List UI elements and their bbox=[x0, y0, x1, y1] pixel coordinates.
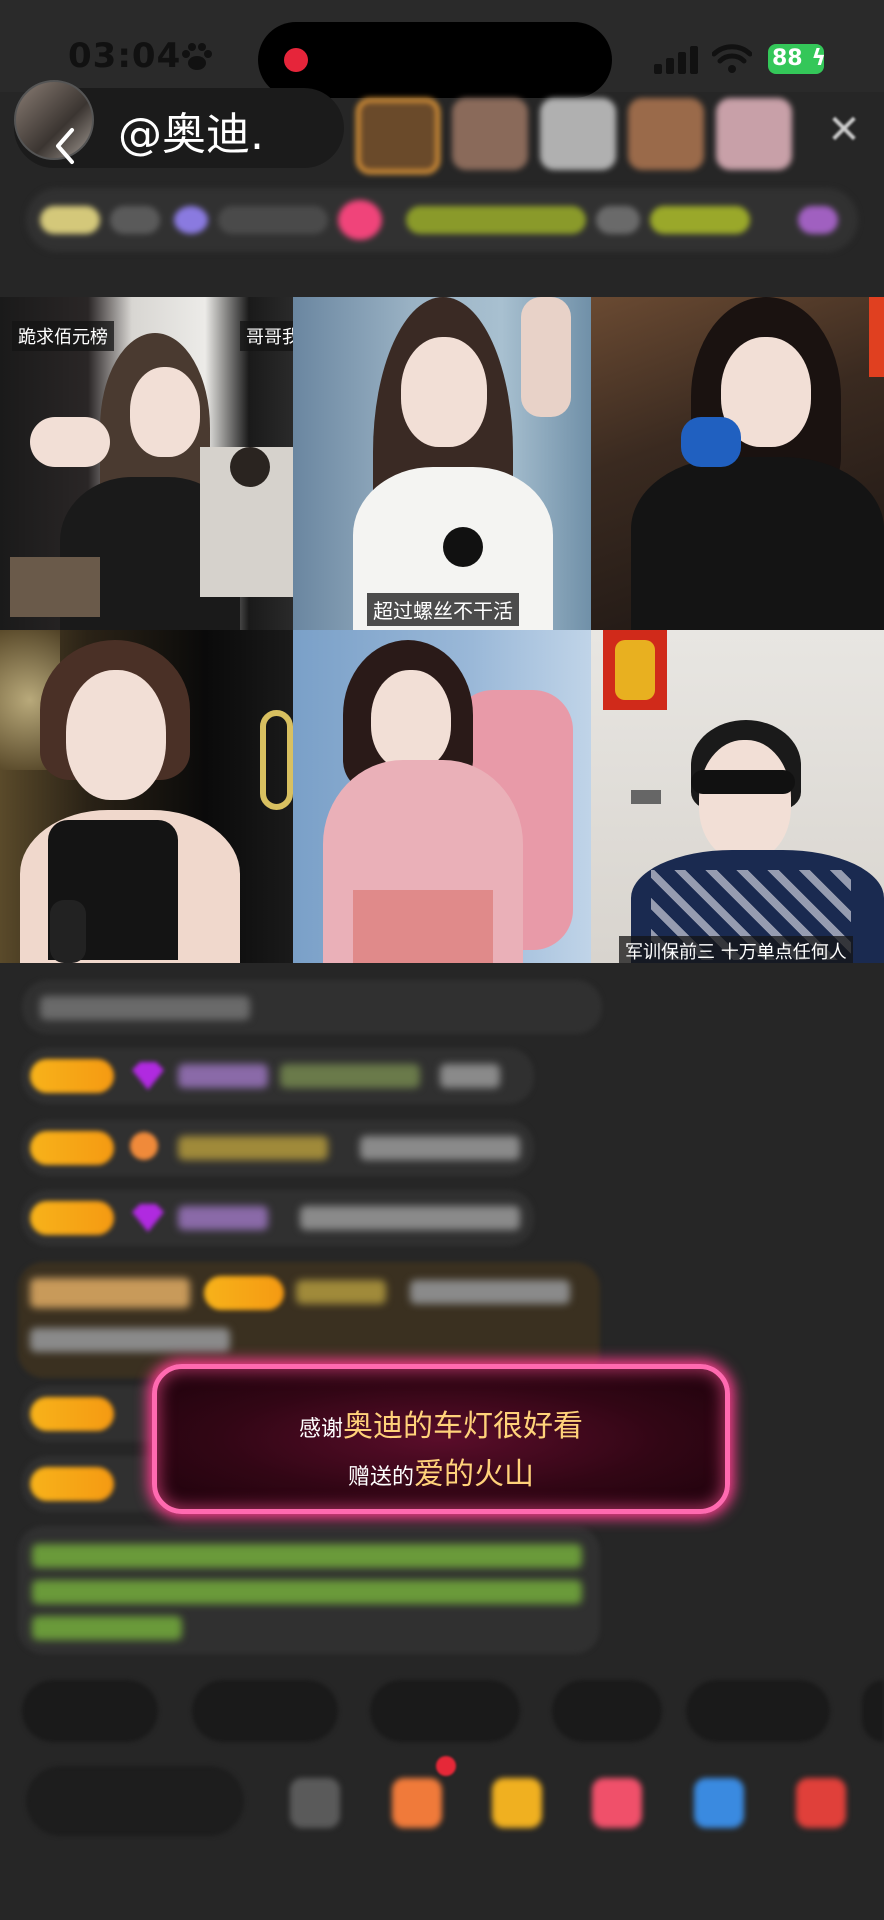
user-level-badge bbox=[30, 1131, 114, 1165]
chat-text bbox=[40, 996, 250, 1020]
diamond-badge-icon bbox=[132, 1204, 164, 1232]
more-icon[interactable] bbox=[290, 1778, 340, 1828]
system-notice-text bbox=[32, 1544, 582, 1568]
battery-level: 88 bbox=[772, 46, 803, 71]
chat-text bbox=[410, 1280, 570, 1304]
viewer-avatar[interactable] bbox=[540, 98, 616, 170]
recording-indicator-icon bbox=[284, 48, 308, 72]
guest-video-2[interactable]: 超过螺丝不干活 bbox=[293, 297, 591, 630]
back-arrow-icon[interactable] bbox=[52, 126, 76, 166]
quick-reply-button[interactable] bbox=[370, 1680, 520, 1742]
multi-guest-video-grid: 跪求佰元榜 哥哥我 超过螺丝不干活 军训保前三 十万单点任何人 bbox=[0, 297, 884, 963]
battery-indicator: 88 ϟ bbox=[768, 44, 826, 74]
dynamic-island bbox=[258, 22, 612, 98]
status-time: 03:04 bbox=[68, 36, 182, 76]
user-level-badge bbox=[30, 1201, 114, 1235]
chat-username bbox=[178, 1206, 268, 1230]
quick-reply-button[interactable] bbox=[686, 1680, 830, 1742]
chat-username bbox=[178, 1136, 328, 1160]
guest-caption: 超过螺丝不干活 bbox=[367, 593, 519, 626]
notification-badge bbox=[436, 1756, 456, 1776]
chat-text bbox=[440, 1064, 500, 1088]
chat-text bbox=[300, 1206, 520, 1230]
guest-caption-right: 哥哥我 bbox=[240, 321, 293, 351]
guest-video-5[interactable] bbox=[293, 630, 591, 963]
chat-username bbox=[296, 1280, 386, 1304]
quick-reply-button[interactable] bbox=[192, 1680, 338, 1742]
room-info-bar[interactable] bbox=[26, 188, 858, 252]
chat-text bbox=[280, 1064, 420, 1088]
gift-notification-banner: 感谢奥迪的车灯很好看 赠送的爱的火山 bbox=[152, 1364, 730, 1514]
gift-panel-icon[interactable] bbox=[796, 1778, 846, 1828]
banner-sender: 奥迪的车灯很好看 bbox=[343, 1409, 583, 1444]
system-notice-text bbox=[32, 1580, 582, 1604]
user-level-badge bbox=[204, 1276, 284, 1310]
cellular-signal-icon bbox=[654, 46, 698, 74]
guest-video-1[interactable]: 跪求佰元榜 哥哥我 bbox=[0, 297, 293, 630]
fan-club-icon[interactable] bbox=[592, 1778, 642, 1828]
gift-box-icon[interactable] bbox=[392, 1778, 442, 1828]
fan-badge-icon bbox=[130, 1132, 158, 1160]
guest-video-3[interactable] bbox=[591, 297, 884, 630]
banner-prefix: 感谢 bbox=[298, 1417, 343, 1442]
chat-username bbox=[178, 1064, 268, 1088]
guest-video-4[interactable] bbox=[0, 630, 293, 963]
gift-icon[interactable] bbox=[492, 1778, 542, 1828]
system-notice-text bbox=[32, 1616, 182, 1640]
guest-caption: 军训保前三 十万单点任何人 bbox=[619, 936, 853, 963]
close-icon[interactable]: ✕ bbox=[822, 108, 866, 152]
quick-reply-button[interactable] bbox=[22, 1680, 158, 1742]
user-level-badge bbox=[30, 1467, 114, 1501]
user-level-badge bbox=[30, 1397, 114, 1431]
paw-icon bbox=[182, 43, 212, 70]
chat-text bbox=[30, 1328, 230, 1352]
quick-reply-button[interactable] bbox=[862, 1680, 884, 1742]
viewer-avatar[interactable] bbox=[356, 98, 440, 174]
chat-badge bbox=[30, 1278, 190, 1308]
viewer-avatar[interactable] bbox=[452, 98, 528, 170]
host-name[interactable]: @奥迪. bbox=[118, 98, 264, 162]
wifi-icon bbox=[712, 44, 752, 73]
user-level-badge bbox=[30, 1059, 114, 1093]
banner-gift-name: 爱的火山 bbox=[414, 1457, 534, 1492]
share-icon[interactable] bbox=[694, 1778, 744, 1828]
chat-text bbox=[360, 1136, 520, 1160]
viewer-avatar[interactable] bbox=[628, 98, 704, 170]
guest-caption-left: 跪求佰元榜 bbox=[12, 321, 114, 351]
charging-bolt-icon: ϟ bbox=[811, 46, 826, 71]
diamond-badge-icon bbox=[132, 1062, 164, 1090]
banner-mid: 赠送的 bbox=[347, 1465, 414, 1490]
quick-reply-button[interactable] bbox=[552, 1680, 662, 1742]
guest-video-6[interactable]: 军训保前三 十万单点任何人 bbox=[591, 630, 884, 963]
viewer-avatar[interactable] bbox=[716, 98, 792, 170]
top-viewers-list bbox=[356, 98, 792, 174]
comment-input[interactable] bbox=[26, 1766, 244, 1836]
